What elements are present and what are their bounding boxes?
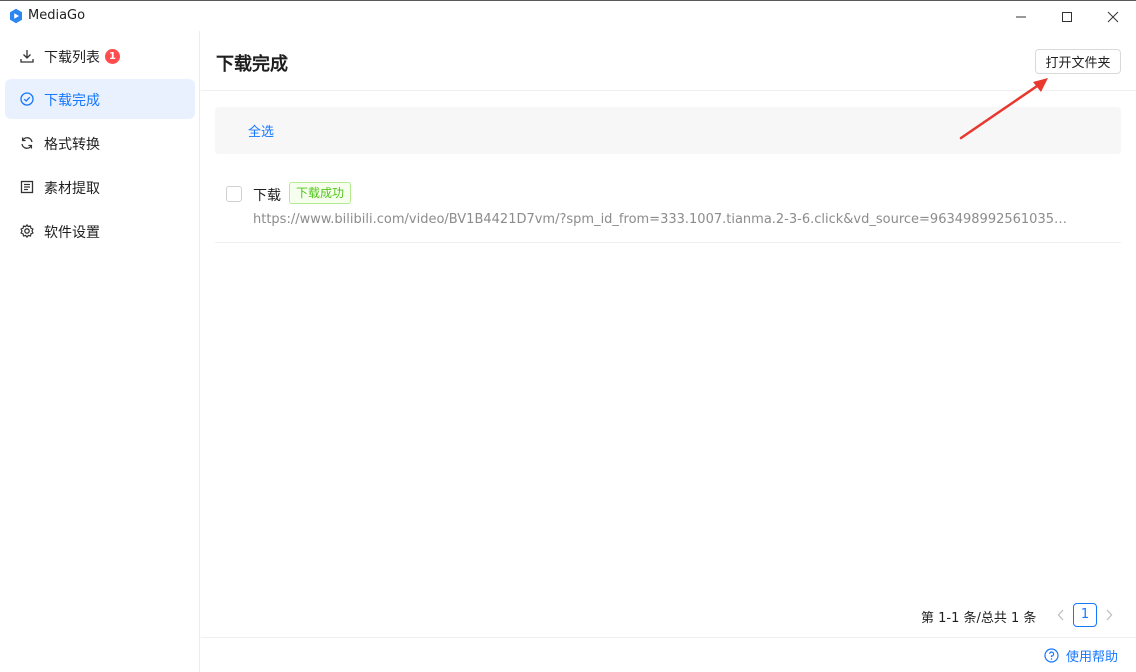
check-circle-icon — [19, 91, 35, 107]
open-folder-button[interactable]: 打开文件夹 — [1035, 49, 1121, 74]
sidebar-item-download-complete[interactable]: 下载完成 — [5, 79, 195, 119]
pagination-total: 第 1-1 条/总共 1 条 — [921, 611, 1037, 626]
sidebar-item-label: 软件设置 — [44, 225, 100, 241]
prev-page-button[interactable] — [1053, 605, 1069, 625]
document-icon — [19, 179, 35, 195]
sidebar-item-format-convert[interactable]: 格式转换 — [5, 123, 195, 163]
next-page-button[interactable] — [1101, 605, 1117, 625]
sidebar-item-download-list[interactable]: 下载列表 1 — [5, 36, 195, 76]
sidebar: 下载列表 1 下载完成 格式转换 素材提取 软件设置 — [0, 31, 200, 672]
sidebar-item-label: 素材提取 — [44, 181, 100, 197]
sidebar-item-label: 格式转换 — [44, 137, 100, 153]
mediago-logo-icon — [10, 8, 22, 24]
minimize-icon — [1016, 16, 1026, 17]
minimize-button[interactable] — [998, 1, 1044, 32]
page-title: 下载完成 — [216, 54, 288, 75]
sidebar-item-settings[interactable]: 软件设置 — [5, 211, 195, 251]
sidebar-item-label: 下载完成 — [44, 93, 100, 109]
sync-icon — [19, 135, 35, 151]
footer-divider — [201, 637, 1136, 638]
item-url: https://www.bilibili.com/video/BV1B4421D… — [253, 212, 1073, 227]
page-number-button[interactable]: 1 — [1073, 603, 1097, 627]
pagination: 第 1-1 条/总共 1 条 1 — [921, 603, 1136, 627]
list-item: 下载 下载成功 https://www.bilibili.com/video/B… — [215, 171, 1121, 243]
question-circle-icon — [1044, 647, 1059, 663]
close-icon — [1107, 11, 1119, 22]
selection-toolbar: 全选 — [215, 107, 1121, 154]
notification-badge: 1 — [105, 49, 120, 64]
help-label: 使用帮助 — [1066, 649, 1119, 665]
item-checkbox[interactable] — [226, 186, 242, 202]
title-bar: MediaGo — [0, 0, 1136, 31]
close-button[interactable] — [1090, 1, 1136, 32]
maximize-button[interactable] — [1044, 1, 1090, 32]
sidebar-item-label: 下载列表 — [44, 50, 100, 66]
chevron-right-icon — [1106, 609, 1113, 621]
sidebar-item-material-extract[interactable]: 素材提取 — [5, 167, 195, 207]
main-content: 下载完成 打开文件夹 全选 下载 下载成功 https://www.bilibi… — [201, 31, 1136, 672]
status-badge: 下载成功 — [289, 182, 352, 204]
gear-icon — [19, 223, 35, 239]
chevron-left-icon — [1057, 609, 1064, 621]
maximize-icon — [1062, 11, 1072, 22]
item-title: 下载 — [253, 188, 281, 204]
header-divider — [201, 90, 1136, 91]
download-icon — [19, 48, 35, 64]
help-link[interactable]: 使用帮助 — [1044, 646, 1119, 665]
app-title: MediaGo — [28, 8, 86, 23]
select-all-button[interactable]: 全选 — [248, 121, 274, 140]
